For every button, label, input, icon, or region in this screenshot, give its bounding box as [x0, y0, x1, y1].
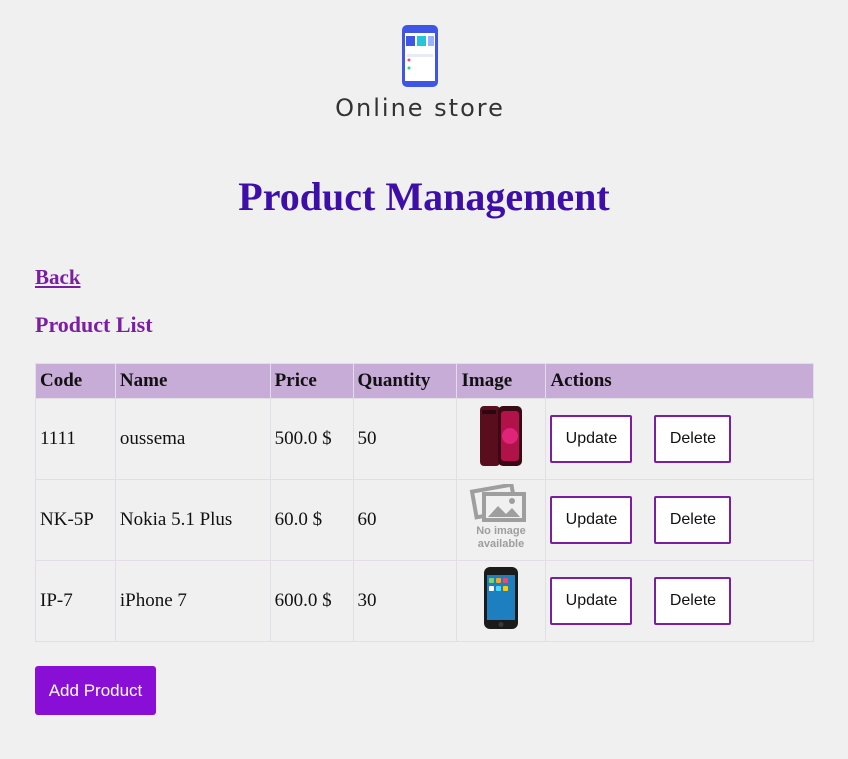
back-link[interactable]: Back [35, 265, 81, 290]
no-image-text: No image [477, 525, 527, 537]
table-row: NK-5P Nokia 5.1 Plus 60.0 $ 60 No image … [35, 479, 814, 561]
phone-red-image [480, 406, 523, 466]
product-image-cell [456, 398, 547, 480]
product-code: NK-5P [35, 479, 116, 561]
table-header-row: Code Name Price Quantity Image Actions [35, 363, 814, 399]
product-quantity: 60 [352, 479, 458, 561]
product-name: oussema [114, 398, 271, 480]
delete-button[interactable]: Delete [654, 577, 732, 625]
product-code: IP-7 [35, 560, 116, 642]
page-title: Product Management [238, 174, 610, 219]
update-button[interactable]: Update [550, 415, 633, 463]
row-actions: Update Delete [545, 398, 814, 480]
product-image-cell [456, 560, 547, 642]
update-button[interactable]: Update [550, 577, 633, 625]
no-image-placeholder: No image available [470, 482, 527, 550]
store-logo: Online store [328, 22, 512, 132]
add-product-button[interactable]: Add Product [35, 666, 156, 715]
product-list-title: Product List [35, 312, 153, 337]
product-name: Nokia 5.1 Plus [114, 479, 271, 561]
table-row: IP-7 iPhone 7 600.0 $ 30 Update Delete [35, 560, 814, 642]
iphone-black-image [484, 567, 519, 629]
table-row: 1111 oussema 500.0 $ 50 Update Delete [35, 398, 814, 480]
row-actions: Update Delete [545, 479, 814, 561]
product-code: 1111 [35, 398, 116, 480]
update-button[interactable]: Update [550, 496, 633, 544]
product-price: 60.0 $ [269, 479, 354, 561]
logo-text: Online store [335, 94, 505, 122]
product-quantity: 50 [352, 398, 458, 480]
available-text: available [478, 538, 524, 550]
col-name-header: Name [114, 363, 271, 399]
col-image-header: Image [456, 363, 547, 399]
product-table: Code Name Price Quantity Image Actions 1… [35, 363, 814, 642]
row-actions: Update Delete [545, 560, 814, 642]
col-quantity-header: Quantity [352, 363, 458, 399]
col-code-header: Code [35, 363, 116, 399]
delete-button[interactable]: Delete [654, 415, 732, 463]
product-quantity: 30 [352, 560, 458, 642]
col-price-header: Price [269, 363, 354, 399]
product-image-cell: No image available [456, 479, 547, 561]
col-actions-header: Actions [545, 363, 814, 399]
product-name: iPhone 7 [114, 560, 271, 642]
delete-button[interactable]: Delete [654, 496, 732, 544]
store-phone-icon [402, 25, 438, 87]
product-price: 500.0 $ [269, 398, 354, 480]
product-price: 600.0 $ [269, 560, 354, 642]
